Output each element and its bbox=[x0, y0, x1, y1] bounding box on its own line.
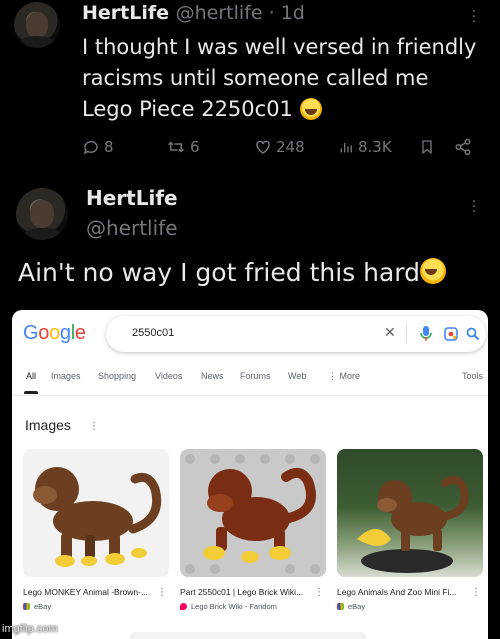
lego-monkey-image[interactable] bbox=[180, 449, 326, 577]
image-result-title[interactable]: Part 2550c01 | Lego Brick Wiki... bbox=[180, 587, 326, 597]
tweet1-avatar[interactable] bbox=[14, 2, 60, 48]
image-result-source-label: Lego Brick Wiki - Fandom bbox=[191, 602, 277, 611]
image-result[interactable]: Lego MONKEY Animal -Brown-... eBay ⋮ bbox=[23, 449, 169, 611]
tabs-divider bbox=[12, 395, 488, 396]
ebay-icon bbox=[23, 603, 30, 610]
like-button[interactable]: 248 bbox=[254, 138, 305, 156]
retweet-count: 6 bbox=[190, 138, 200, 156]
result-more-icon[interactable]: ⋮ bbox=[471, 587, 481, 598]
tweet2-handle[interactable]: @hertlife bbox=[86, 216, 178, 240]
google-search-screenshot: Google 2550c01 ✕ All Images Shopping Vid… bbox=[12, 310, 488, 639]
tab-web[interactable]: Web bbox=[288, 371, 306, 381]
tweet2-text: Ain't no way I got fried this hard bbox=[18, 258, 447, 287]
tweet2-more-icon[interactable]: · · · bbox=[470, 195, 478, 219]
tweet1-handle-time[interactable]: @hertlife · 1d bbox=[176, 2, 305, 24]
tab-more[interactable]: ⋮ More bbox=[328, 371, 360, 382]
image-result-source[interactable]: Lego Brick Wiki - Fandom bbox=[180, 602, 326, 611]
search-icon[interactable] bbox=[466, 327, 480, 341]
search-tabs: All Images Shopping Videos News Forums W… bbox=[12, 371, 488, 387]
views-button[interactable]: 8.3K bbox=[338, 138, 392, 156]
avatar-face bbox=[26, 12, 48, 38]
share-icon bbox=[455, 138, 471, 156]
share-button[interactable] bbox=[454, 138, 472, 156]
camera-lens-icon[interactable] bbox=[444, 327, 458, 341]
tab-news[interactable]: News bbox=[201, 371, 224, 381]
image-result-title[interactable]: Lego Animals And Zoo Mini Fi... bbox=[337, 587, 483, 597]
retweet-icon bbox=[167, 141, 185, 153]
result-more-icon[interactable]: ⋮ bbox=[157, 587, 167, 598]
reply-button[interactable]: 8 bbox=[82, 138, 114, 156]
heart-icon bbox=[256, 140, 270, 154]
views-count: 8.3K bbox=[358, 138, 392, 156]
google-logo[interactable]: Google bbox=[23, 322, 86, 345]
reply-count: 8 bbox=[104, 138, 114, 156]
image-result[interactable]: Part 2550c01 | Lego Brick Wiki... Lego B… bbox=[180, 449, 326, 611]
image-result-source[interactable]: eBay bbox=[23, 602, 169, 611]
tweet1-more-icon[interactable]: · · · bbox=[470, 5, 478, 29]
reply-icon bbox=[83, 140, 98, 155]
laughing-emoji-icon bbox=[299, 98, 322, 120]
tab-forums[interactable]: Forums bbox=[240, 371, 271, 381]
monkey-figure-icon bbox=[33, 467, 162, 567]
tweet1-display-name[interactable]: HertLife bbox=[82, 2, 169, 24]
tweet2-text-body: Ain't no way I got fried this hard bbox=[18, 258, 421, 287]
monkey-figure-icon bbox=[357, 475, 469, 573]
tab-tools[interactable]: Tools bbox=[462, 371, 483, 381]
like-count: 248 bbox=[276, 138, 305, 156]
tweet1-header: HertLife @hertlife · 1d bbox=[82, 2, 305, 24]
tweet2-avatar[interactable] bbox=[16, 188, 68, 240]
tweet1-action-bar: 8 6 248 8.3K bbox=[82, 138, 482, 160]
bottom-bar bbox=[130, 632, 366, 639]
tweet1-text-body: I thought I was well versed in friendly … bbox=[82, 35, 477, 121]
divider bbox=[406, 325, 407, 343]
microphone-icon[interactable] bbox=[420, 326, 432, 342]
lego-monkey-image[interactable] bbox=[23, 449, 169, 577]
tab-more-label: More bbox=[339, 371, 361, 381]
image-result-source[interactable]: eBay bbox=[337, 602, 483, 611]
tab-shopping[interactable]: Shopping bbox=[98, 371, 136, 381]
images-section-more-icon[interactable]: ⋮ bbox=[89, 421, 99, 432]
avatar-shirt bbox=[22, 228, 64, 240]
tab-images[interactable]: Images bbox=[51, 371, 81, 381]
search-box[interactable]: 2550c01 ✕ bbox=[106, 316, 486, 352]
monkey-figure-icon bbox=[185, 454, 320, 574]
image-result[interactable]: Lego Animals And Zoo Mini Fi... eBay ⋮ bbox=[337, 449, 483, 611]
imgflip-watermark: imgflip.com bbox=[2, 623, 58, 635]
tab-all[interactable]: All bbox=[26, 371, 36, 381]
tweet2-display-name[interactable]: HertLife bbox=[86, 186, 178, 210]
images-section-title: Images bbox=[25, 417, 71, 433]
more-dots-icon: ⋮ bbox=[328, 371, 340, 381]
laughing-emoji-icon bbox=[420, 258, 447, 284]
image-result-title[interactable]: Lego MONKEY Animal -Brown-... bbox=[23, 587, 169, 597]
image-result-source-label: eBay bbox=[34, 602, 52, 611]
avatar-shirt bbox=[18, 36, 56, 48]
fandom-icon bbox=[180, 603, 187, 610]
avatar-face bbox=[30, 200, 54, 228]
lego-monkey-image[interactable] bbox=[337, 449, 483, 577]
image-result-source-label: eBay bbox=[348, 602, 366, 611]
search-query[interactable]: 2550c01 bbox=[132, 327, 174, 339]
ebay-icon bbox=[337, 603, 344, 610]
bookmark-icon bbox=[422, 140, 432, 155]
tab-videos[interactable]: Videos bbox=[155, 371, 182, 381]
bookmark-button[interactable] bbox=[419, 138, 435, 156]
retweet-button[interactable]: 6 bbox=[166, 138, 200, 156]
views-chart-icon bbox=[340, 143, 352, 153]
tweet1-text: I thought I was well versed in friendly … bbox=[82, 32, 482, 125]
active-tab-underline bbox=[24, 391, 38, 394]
result-more-icon[interactable]: ⋮ bbox=[314, 587, 324, 598]
clear-icon[interactable]: ✕ bbox=[384, 325, 396, 341]
